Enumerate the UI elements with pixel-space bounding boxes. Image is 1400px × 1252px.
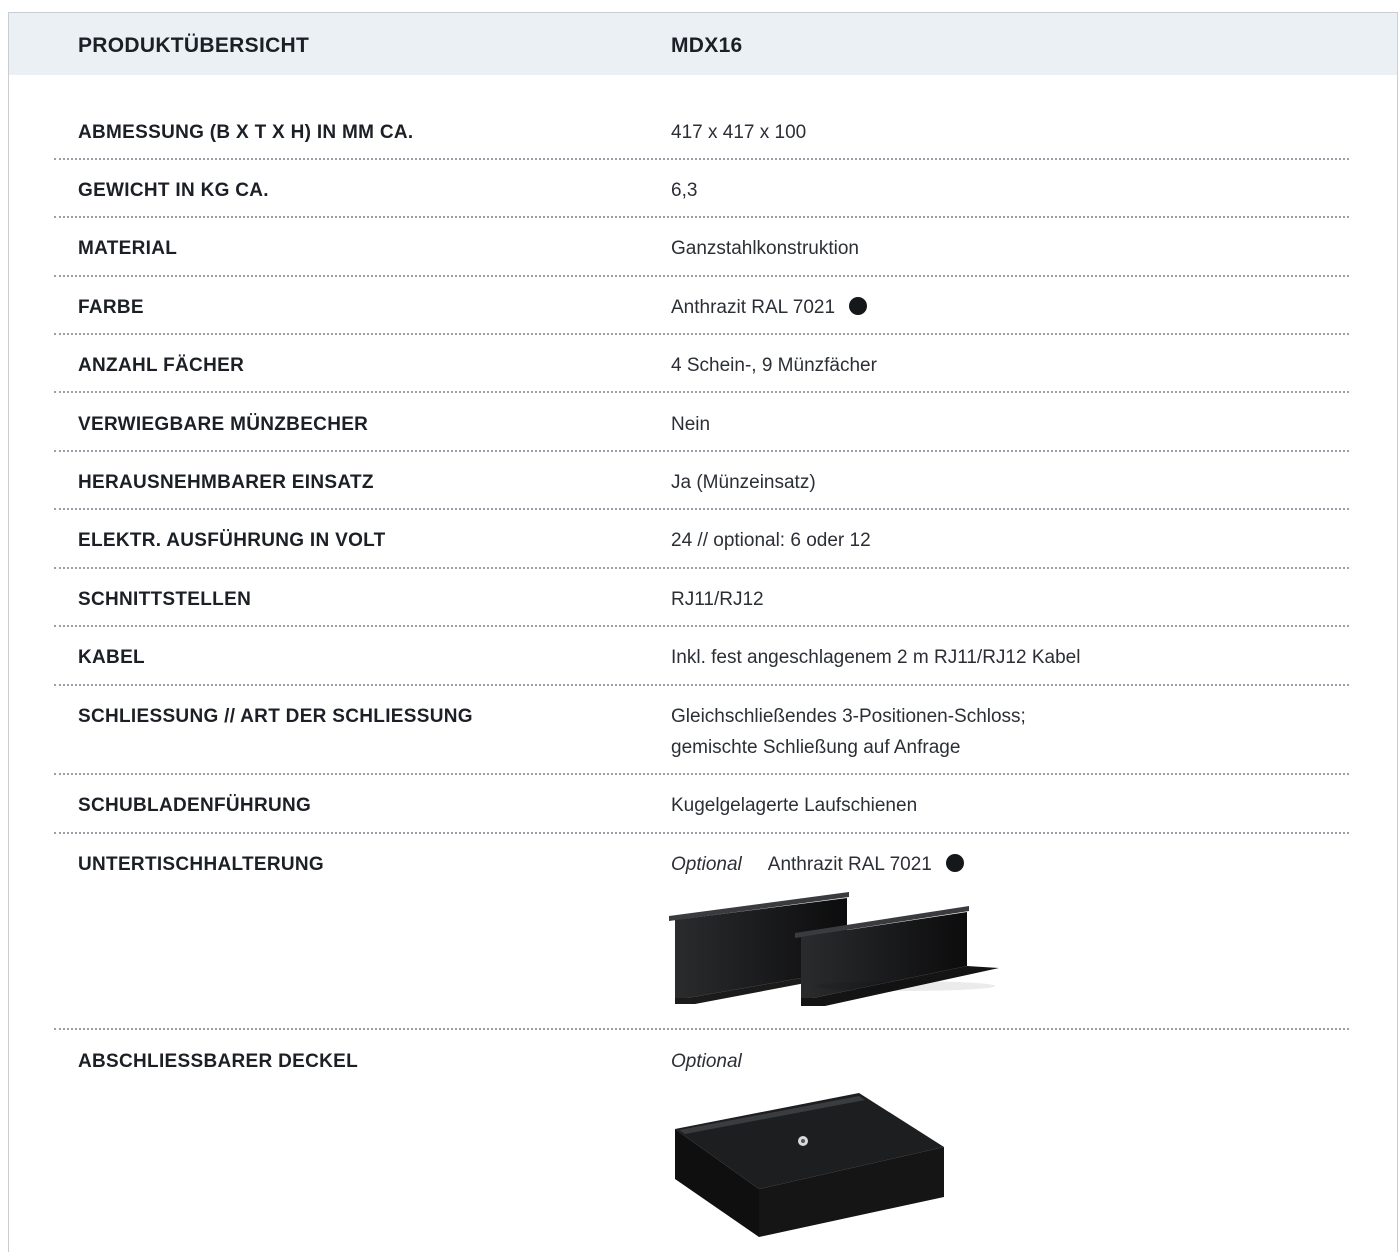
row-value: Nein [671, 414, 711, 435]
row-value: 4 Schein-, 9 Münzfächer [671, 355, 877, 376]
row-value: Ja (Münzeinsatz) [671, 472, 816, 493]
row-value: 6,3 [671, 180, 698, 201]
row-value: Kugelgelagerte Laufschienen [671, 795, 918, 816]
row-label: MATERIAL [78, 238, 178, 259]
product-spec-table: PRODUKTÜBERSICHT MDX16 ABMESSUNG (B X T … [8, 12, 1398, 1252]
row-label: SCHLIESSUNG // ART DER SCHLIESSUNG [78, 706, 473, 727]
row-label: HERAUSNEHMBARER EINSATZ [78, 472, 374, 493]
color-swatch-icon [945, 854, 964, 872]
row-value: Gleichschließendes 3-Positionen-Schloss;… [671, 701, 1026, 763]
row-value: Optional [671, 1046, 768, 1077]
optional-label: Optional [671, 1051, 742, 1072]
header-label: PRODUKTÜBERSICHT [78, 34, 310, 57]
divider [54, 625, 1349, 627]
row-value: RJ11/RJ12 [671, 589, 764, 610]
row-label: ABSCHLIESSBARER DECKEL [78, 1051, 359, 1072]
row-label: ABMESSUNG (B X T X H) IN MM CA. [78, 122, 414, 143]
divider [54, 1028, 1349, 1030]
value-line: Gleichschließendes 3-Positionen-Schloss; [671, 706, 1026, 727]
row-label: FARBE [78, 297, 144, 318]
row-value: Anthrazit RAL 7021 [671, 292, 868, 323]
lockable-lid-image [675, 1093, 944, 1237]
optional-label: Optional [671, 854, 742, 875]
row-label: GEWICHT IN KG CA. [78, 180, 269, 201]
table-header: PRODUKTÜBERSICHT MDX16 [9, 13, 1397, 75]
color-name: Anthrazit RAL 7021 [671, 297, 836, 318]
divider [54, 158, 1349, 160]
row-label: SCHNITTSTELLEN [78, 589, 252, 610]
under-desk-bracket-image [669, 892, 999, 1006]
divider [54, 216, 1349, 218]
divider [54, 391, 1349, 393]
row-value: Ganzstahlkonstruktion [671, 238, 859, 259]
divider [54, 832, 1349, 834]
row-value: Optional Anthrazit RAL 7021 [671, 849, 964, 880]
color-name: Anthrazit RAL 7021 [767, 854, 932, 875]
divider [54, 508, 1349, 510]
value-line: gemischte Schließung auf Anfrage [671, 737, 961, 758]
row-value: 24 // optional: 6 oder 12 [671, 530, 871, 551]
row-label: SCHUBLADENFÜHRUNG [78, 795, 312, 816]
divider [54, 773, 1349, 775]
row-label: VERWIEGBARE MÜNZBECHER [78, 414, 369, 435]
row-label: KABEL [78, 647, 145, 668]
divider [54, 333, 1349, 335]
divider [54, 450, 1349, 452]
header-model: MDX16 [671, 34, 743, 57]
divider [54, 684, 1349, 686]
row-label: ANZAHL FÄCHER [78, 355, 245, 376]
row-label: UNTERTISCHHALTERUNG [78, 854, 325, 875]
row-value: Inkl. fest angeschlagenem 2 m RJ11/RJ12 … [671, 647, 1081, 668]
divider [54, 275, 1349, 277]
row-label: ELEKTR. AUSFÜHRUNG IN VOLT [78, 530, 386, 551]
color-swatch-icon [849, 297, 868, 315]
row-value: 417 x 417 x 100 [671, 122, 807, 143]
divider [54, 567, 1349, 569]
